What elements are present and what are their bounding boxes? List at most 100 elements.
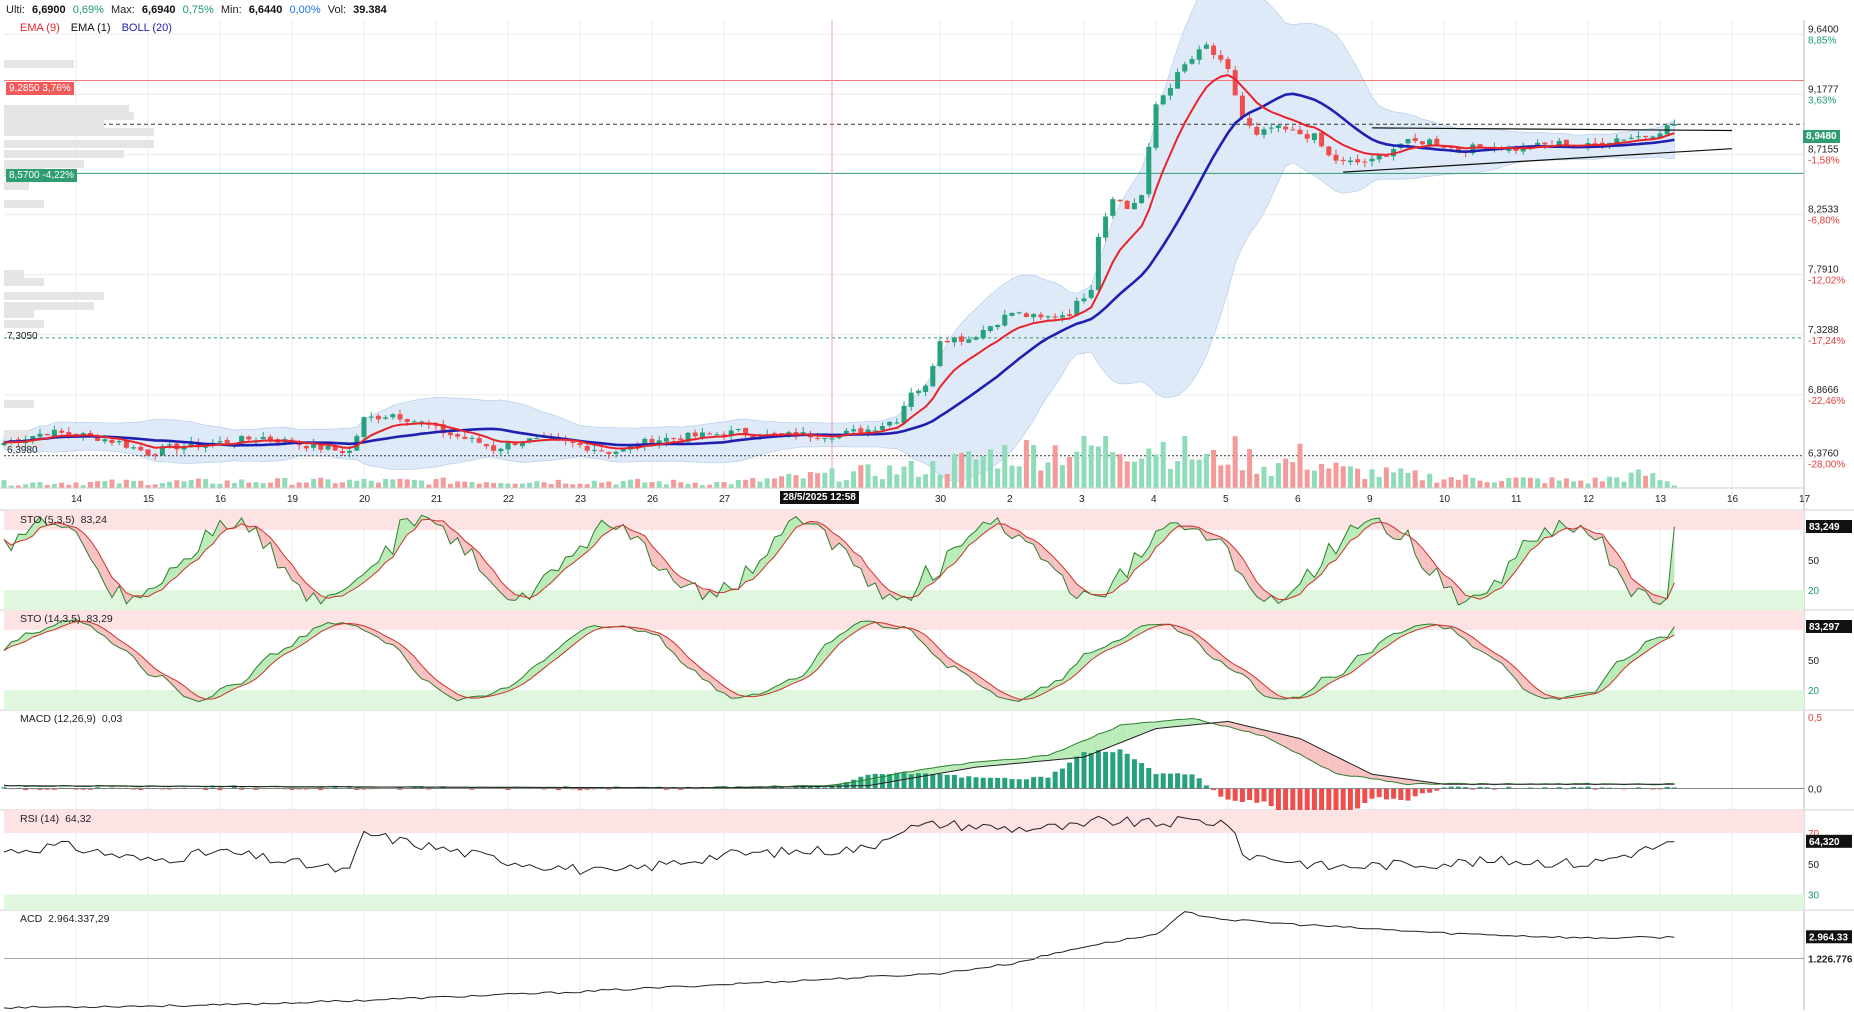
volume-bar [1002,445,1008,488]
volume-bar [73,482,79,488]
candle-body [1045,316,1051,318]
min-value: 6,6440 [248,4,283,16]
candle-body [1218,55,1224,60]
legend-ema9[interactable]: EMA (9) [20,22,60,34]
candle-body [339,450,345,454]
volume-bar [1412,470,1418,488]
candle-body [455,434,461,437]
candle-body [1383,155,1389,157]
volume-bar [1311,470,1317,488]
candle-body [498,448,504,452]
sto2-k-line [3,618,1675,703]
macd-histogram-bar [1146,767,1152,789]
volume-bar [347,479,353,488]
volume-bar [303,482,309,488]
candle-body [995,325,1001,328]
sto2-tick: 20 [1808,686,1820,697]
candle-body [1103,216,1109,238]
sto2-fill [1357,654,1365,668]
volume-bar [174,480,180,488]
volume-bar [829,468,835,488]
candle-body [167,444,173,446]
volume-bar [1448,477,1454,488]
volume-bar [779,476,785,488]
candle-body [591,449,597,451]
volume-profile-bar [4,302,94,310]
crosshair-date-tag: 28/5/2025 12:58 [780,491,859,504]
macd-histogram-bar [1412,788,1418,797]
volume-bar [1182,436,1188,488]
volume-bar [671,479,677,488]
candle-body [1542,142,1548,145]
acd-line [3,911,1675,1010]
volume-bar [527,482,533,488]
volume-bar [1110,452,1116,488]
macd-histogram-bar [1045,777,1051,789]
volume-bar [721,482,727,488]
volume-bar [1578,480,1584,488]
volume-bar [95,481,101,488]
candle-body [714,434,720,436]
volume-profile-bar [4,128,154,136]
sto1-fill [400,518,408,546]
volume-profile-bar [4,400,34,408]
volume-bar [1571,481,1577,488]
volume-bar [1599,481,1605,488]
volume-profile-bar [4,60,74,68]
legend-ema1[interactable]: EMA (1) [71,22,111,34]
candle-body [361,417,367,438]
volume-bar [87,482,93,488]
x-tick-label: 22 [503,494,515,505]
volume-bar [433,479,439,488]
volume-bar [1131,461,1137,488]
legend-boll[interactable]: BOLL (20) [122,22,172,34]
volume-bar [1016,466,1022,488]
macd-histogram-bar [851,779,857,789]
volume-bar [318,477,324,488]
sto2-fill [1487,647,1495,660]
sto2-value: 83,29 [86,613,113,625]
candle-body [347,450,353,453]
volume-bar [678,482,684,488]
volume-bar [397,478,403,488]
trading-chart[interactable]: 9,64008,85% 9,17773,63% 8,7155-1,58% 8,2533… [0,0,1854,1012]
candle-body [944,341,950,343]
macd-name: MACD (12,26,9) [20,713,96,725]
volume-bar [995,468,1001,488]
candle-body [1643,135,1649,138]
volume-bar [1585,483,1591,488]
volume-profile-bar [4,112,134,120]
macd-histogram-bar [1160,773,1166,789]
volume-bar [275,478,281,488]
volume-bar [591,480,597,488]
volume-bar [642,482,648,488]
indicator-legend: EMA (9) EMA (1) BOLL (20) [20,22,180,34]
candle-body [152,454,158,456]
volume-bar [1146,448,1152,488]
volume-bar [1175,461,1181,488]
volume-bar [505,483,511,488]
sto1-name: STO (5,3,5) [20,514,75,526]
macd-histogram-bar [951,774,957,789]
volume-bar [627,479,633,488]
candle-body [973,337,979,340]
sto1-fill [1242,557,1250,588]
volume-bar [555,479,561,488]
volume-bar [735,479,741,488]
volume-bar [1643,475,1649,488]
macd-histogram-bar [966,776,972,789]
volume-bar [354,480,360,488]
volume-bar [743,479,749,488]
sto1-fill [774,534,782,557]
volume-bar [1275,463,1281,488]
candle-body [599,450,605,452]
volume-bar [887,465,893,488]
candle-body [1311,133,1317,140]
macd-histogram-bar [1139,763,1145,789]
candle-body [1189,59,1195,64]
macd-histogram-bar [1175,773,1181,789]
volume-bar [843,479,849,488]
x-tick-label: 21 [431,494,443,505]
volume-bar [1218,465,1224,488]
volume-bar [1635,469,1641,488]
